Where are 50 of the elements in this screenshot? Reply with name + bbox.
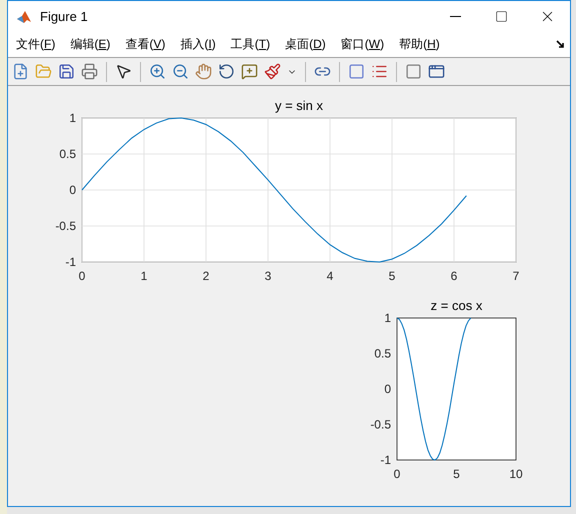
tick-label: -0.5 <box>55 219 76 233</box>
hand-icon <box>195 63 212 80</box>
tick-label: 1 <box>69 111 76 125</box>
tick-label: 6 <box>450 269 458 283</box>
zoom-in-icon <box>149 63 166 80</box>
app-logo-icon <box>16 8 32 24</box>
tick-label: -1 <box>65 255 76 269</box>
printer-icon <box>81 63 98 80</box>
tick-label: 3 <box>264 269 272 283</box>
dock-arrow-icon <box>556 40 565 49</box>
menu-item[interactable]: 帮助(H) <box>399 36 440 53</box>
menu-item[interactable]: 插入(I) <box>180 36 216 53</box>
plot-title: z = cos x <box>430 298 482 313</box>
tick-label: 0 <box>69 183 76 197</box>
tick-label: 0 <box>384 382 391 396</box>
menu-item[interactable]: 窗口(W) <box>340 36 384 53</box>
menu-item[interactable]: 工具(T) <box>230 36 270 53</box>
tick-label: 0.5 <box>374 346 391 360</box>
window-icon <box>428 63 445 80</box>
square-icon <box>405 63 422 80</box>
legend-icon <box>371 63 388 80</box>
save-icon <box>58 63 75 80</box>
menu-item[interactable]: 桌面(D) <box>285 36 326 53</box>
tick-label: 1 <box>140 269 148 283</box>
menu-item[interactable]: 编辑(E) <box>70 36 110 53</box>
menu-item[interactable]: 文件(F) <box>16 36 56 53</box>
rotate-icon <box>218 63 235 80</box>
tick-label: 0 <box>394 467 400 481</box>
tick-label: 5 <box>388 269 396 283</box>
new-file-icon <box>12 63 29 80</box>
tick-label: 2 <box>202 269 210 283</box>
zoom-out-icon <box>172 63 189 80</box>
tick-label: -0.5 <box>370 418 391 432</box>
tick-label: 1 <box>384 311 391 325</box>
maximize-icon <box>494 10 508 23</box>
data-tip-icon <box>241 63 258 80</box>
tick-label: 4 <box>326 269 334 283</box>
tick-label: 0.5 <box>59 147 76 161</box>
plot-title: y = sin x <box>274 98 324 113</box>
tick-label: 7 <box>512 269 520 283</box>
menu-item[interactable]: 查看(V) <box>125 36 166 53</box>
tick-label: 0 <box>78 269 86 283</box>
tick-label: 10 <box>509 467 523 481</box>
folder-icon <box>35 63 52 80</box>
window-title: Figure 1 <box>40 9 89 24</box>
tick-label: -1 <box>380 453 391 467</box>
pointer-icon <box>115 63 132 80</box>
minimize-icon <box>450 16 460 17</box>
brush-icon <box>264 63 281 80</box>
tick-label: 5 <box>453 467 460 481</box>
